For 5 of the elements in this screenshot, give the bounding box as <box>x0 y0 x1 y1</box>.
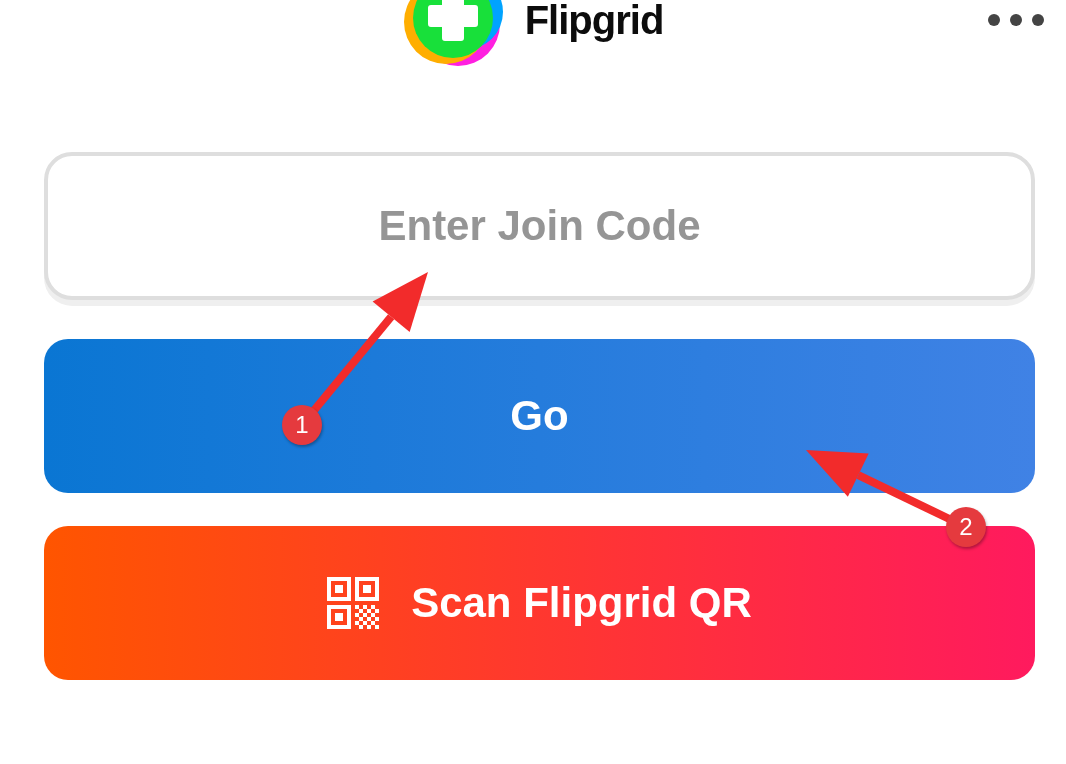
more-menu-button[interactable] <box>986 12 1046 28</box>
step-number-badge: 2 <box>946 507 986 547</box>
app-name: Flipgrid <box>524 0 664 40</box>
join-code-field[interactable]: Enter Join Code <box>44 152 1035 300</box>
qr-code-icon <box>327 577 380 629</box>
